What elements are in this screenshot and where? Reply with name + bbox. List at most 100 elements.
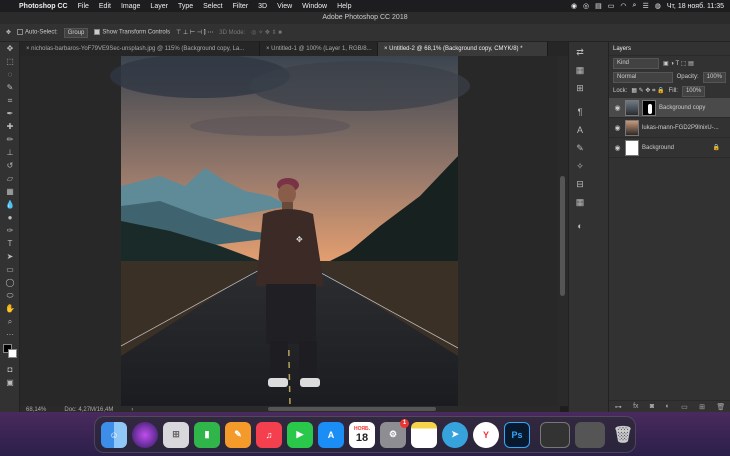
- brush-tool-icon[interactable]: ✏: [0, 133, 20, 146]
- folder-icon[interactable]: ▭: [681, 403, 688, 411]
- vertical-scrollbar[interactable]: [558, 56, 568, 406]
- healing-tool-icon[interactable]: ✚: [0, 120, 20, 133]
- move-tool-icon[interactable]: ✥: [6, 29, 11, 36]
- properties-panel-icon[interactable]: ▦: [570, 62, 590, 78]
- color-panel-icon[interactable]: ◐: [570, 218, 590, 234]
- menu-select[interactable]: Select: [198, 3, 227, 10]
- menu-3d[interactable]: 3D: [253, 3, 272, 10]
- music-icon[interactable]: ♫: [256, 421, 282, 448]
- type-tool-icon[interactable]: T: [0, 237, 20, 250]
- rectangle-tool-icon[interactable]: ▭: [0, 263, 20, 276]
- pen-tool-icon[interactable]: ✑: [0, 224, 20, 237]
- mask-icon[interactable]: ◙: [650, 403, 654, 410]
- menu-image[interactable]: Image: [116, 3, 145, 10]
- downloads-stack-icon[interactable]: [575, 421, 605, 448]
- layer-row[interactable]: ◉ Background copy: [609, 98, 730, 118]
- menu-type[interactable]: Type: [173, 3, 198, 10]
- layer-mask-thumbnail[interactable]: [642, 99, 656, 116]
- trash-icon[interactable]: 🗑: [716, 403, 725, 411]
- info-panel-icon[interactable]: ▦: [570, 194, 590, 210]
- history-brush-icon[interactable]: ↺: [0, 159, 20, 172]
- quick-mask-icon[interactable]: ◘: [0, 363, 20, 376]
- menu-app[interactable]: Photoshop CC: [14, 3, 73, 10]
- search-icon[interactable]: ⌕: [633, 2, 637, 10]
- siri-icon[interactable]: [132, 421, 158, 448]
- eye-icon[interactable]: ◉: [613, 124, 622, 132]
- adjustments-panel-icon[interactable]: ✧: [570, 158, 590, 174]
- blend-mode-dropdown[interactable]: Normal: [613, 71, 673, 83]
- trash-icon[interactable]: 🗑: [610, 422, 636, 448]
- clock[interactable]: Чт, 18 нояб. 11:35: [667, 3, 724, 10]
- app-store-icon[interactable]: A: [318, 421, 344, 448]
- recent-window-thumbnail[interactable]: [540, 421, 570, 448]
- yandex-browser-icon[interactable]: Y: [473, 421, 499, 448]
- gradient-tool-icon[interactable]: ▦: [0, 185, 20, 198]
- history-panel-icon[interactable]: ⇄: [570, 44, 590, 60]
- adjustment-icon[interactable]: ◐: [666, 403, 670, 410]
- eyedropper-tool-icon[interactable]: ✒: [0, 107, 20, 120]
- pages-icon[interactable]: ✎: [225, 421, 251, 448]
- zoom-tool-icon[interactable]: ⌕: [0, 315, 20, 328]
- crop-tool-icon[interactable]: ⌗: [0, 94, 20, 107]
- marquee-tool-icon[interactable]: ⬚: [0, 55, 20, 68]
- opacity-input[interactable]: 100%: [702, 71, 726, 83]
- menu-view[interactable]: View: [272, 3, 297, 10]
- layer-row[interactable]: ◉ lukas-mann-FGD2P9lnixU-...: [609, 118, 730, 138]
- battery-icon[interactable]: ▭: [608, 2, 615, 10]
- tab-doc-2[interactable]: × Untitled-1 @ 100% (Layer 1, RGB/8...: [260, 42, 378, 56]
- eye-status-icon[interactable]: ◎: [583, 2, 589, 10]
- path-select-icon[interactable]: ➤: [0, 250, 20, 263]
- system-preferences-icon[interactable]: ⚙ 1: [380, 418, 409, 448]
- creative-cloud-icon[interactable]: ◉: [571, 2, 577, 10]
- launchpad-icon[interactable]: ⊞: [163, 421, 189, 448]
- auto-select-dropdown[interactable]: Group: [63, 27, 89, 38]
- character-panel-icon[interactable]: A: [570, 122, 590, 138]
- tab-doc-1[interactable]: × nicholas-barbaros-YoF79VE9Sec-unsplash…: [20, 42, 260, 56]
- blur-tool-icon[interactable]: 💧: [0, 198, 20, 211]
- eraser-tool-icon[interactable]: ▱: [0, 172, 20, 185]
- flag-icon[interactable]: ▤: [595, 2, 602, 10]
- calendar-icon[interactable]: НОЯБ. 18: [349, 421, 375, 448]
- facetime-icon[interactable]: ▶: [287, 421, 313, 448]
- auto-select-checkbox[interactable]: Auto-Select:: [17, 29, 58, 36]
- wifi-icon[interactable]: ◠: [620, 2, 626, 10]
- hand-tool-icon[interactable]: ✋: [0, 302, 20, 315]
- fx-icon[interactable]: fx: [633, 403, 638, 410]
- finder-icon[interactable]: ☺: [101, 421, 127, 448]
- screen-mode-icon[interactable]: ▣: [0, 376, 20, 389]
- control-center-icon[interactable]: ☰: [642, 2, 648, 10]
- shape-tool-icon[interactable]: ⬭: [0, 289, 20, 302]
- photoshop-icon[interactable]: Ps: [504, 421, 530, 448]
- stamp-tool-icon[interactable]: ⊥: [0, 146, 20, 159]
- quick-select-tool-icon[interactable]: ✎: [0, 81, 20, 94]
- menu-filter[interactable]: Filter: [228, 3, 254, 10]
- telegram-icon[interactable]: ➤: [442, 421, 468, 448]
- channels-panel-icon[interactable]: ⊟: [570, 176, 590, 192]
- numbers-icon[interactable]: ▮: [194, 421, 220, 448]
- swatches-panel-icon[interactable]: ⊞: [570, 80, 590, 96]
- align-icons[interactable]: ⊤ ⊥ ⊢ ⊣ ⫿ ⋯: [176, 29, 213, 37]
- lock-icons[interactable]: ▦ ✎ ✥ ⌗ 🔒: [631, 87, 664, 95]
- move-tool-icon[interactable]: ✥: [0, 42, 20, 55]
- menu-window[interactable]: Window: [297, 3, 332, 10]
- brush-panel-icon[interactable]: ✎: [570, 140, 590, 156]
- menu-file[interactable]: File: [73, 3, 94, 10]
- canvas-area[interactable]: ✥: [20, 56, 560, 406]
- eye-icon[interactable]: ◉: [613, 144, 622, 152]
- link-icon[interactable]: ⊶: [615, 403, 622, 411]
- layers-panel-title[interactable]: Layers: [609, 42, 730, 56]
- filter-icons[interactable]: ▣ ◑ T ⬚ ▤: [663, 60, 694, 67]
- siri-icon[interactable]: ◍: [655, 2, 661, 10]
- kind-filter[interactable]: Kind: [613, 57, 659, 69]
- menu-edit[interactable]: Edit: [94, 3, 116, 10]
- color-swatches[interactable]: [0, 341, 20, 363]
- transform-checkbox[interactable]: Show Transform Controls: [94, 29, 170, 36]
- layer-row[interactable]: ◉ Background 🔒: [609, 138, 730, 158]
- fill-input[interactable]: 100%: [681, 85, 706, 97]
- dodge-tool-icon[interactable]: ●: [0, 211, 20, 224]
- notes-icon[interactable]: [411, 421, 437, 448]
- more-tools-icon[interactable]: ···: [0, 328, 20, 341]
- menu-help[interactable]: Help: [332, 3, 356, 10]
- tab-doc-3[interactable]: × Untitled-2 @ 68,1% (Background copy, C…: [378, 42, 548, 56]
- paragraph-panel-icon[interactable]: ¶: [570, 104, 590, 120]
